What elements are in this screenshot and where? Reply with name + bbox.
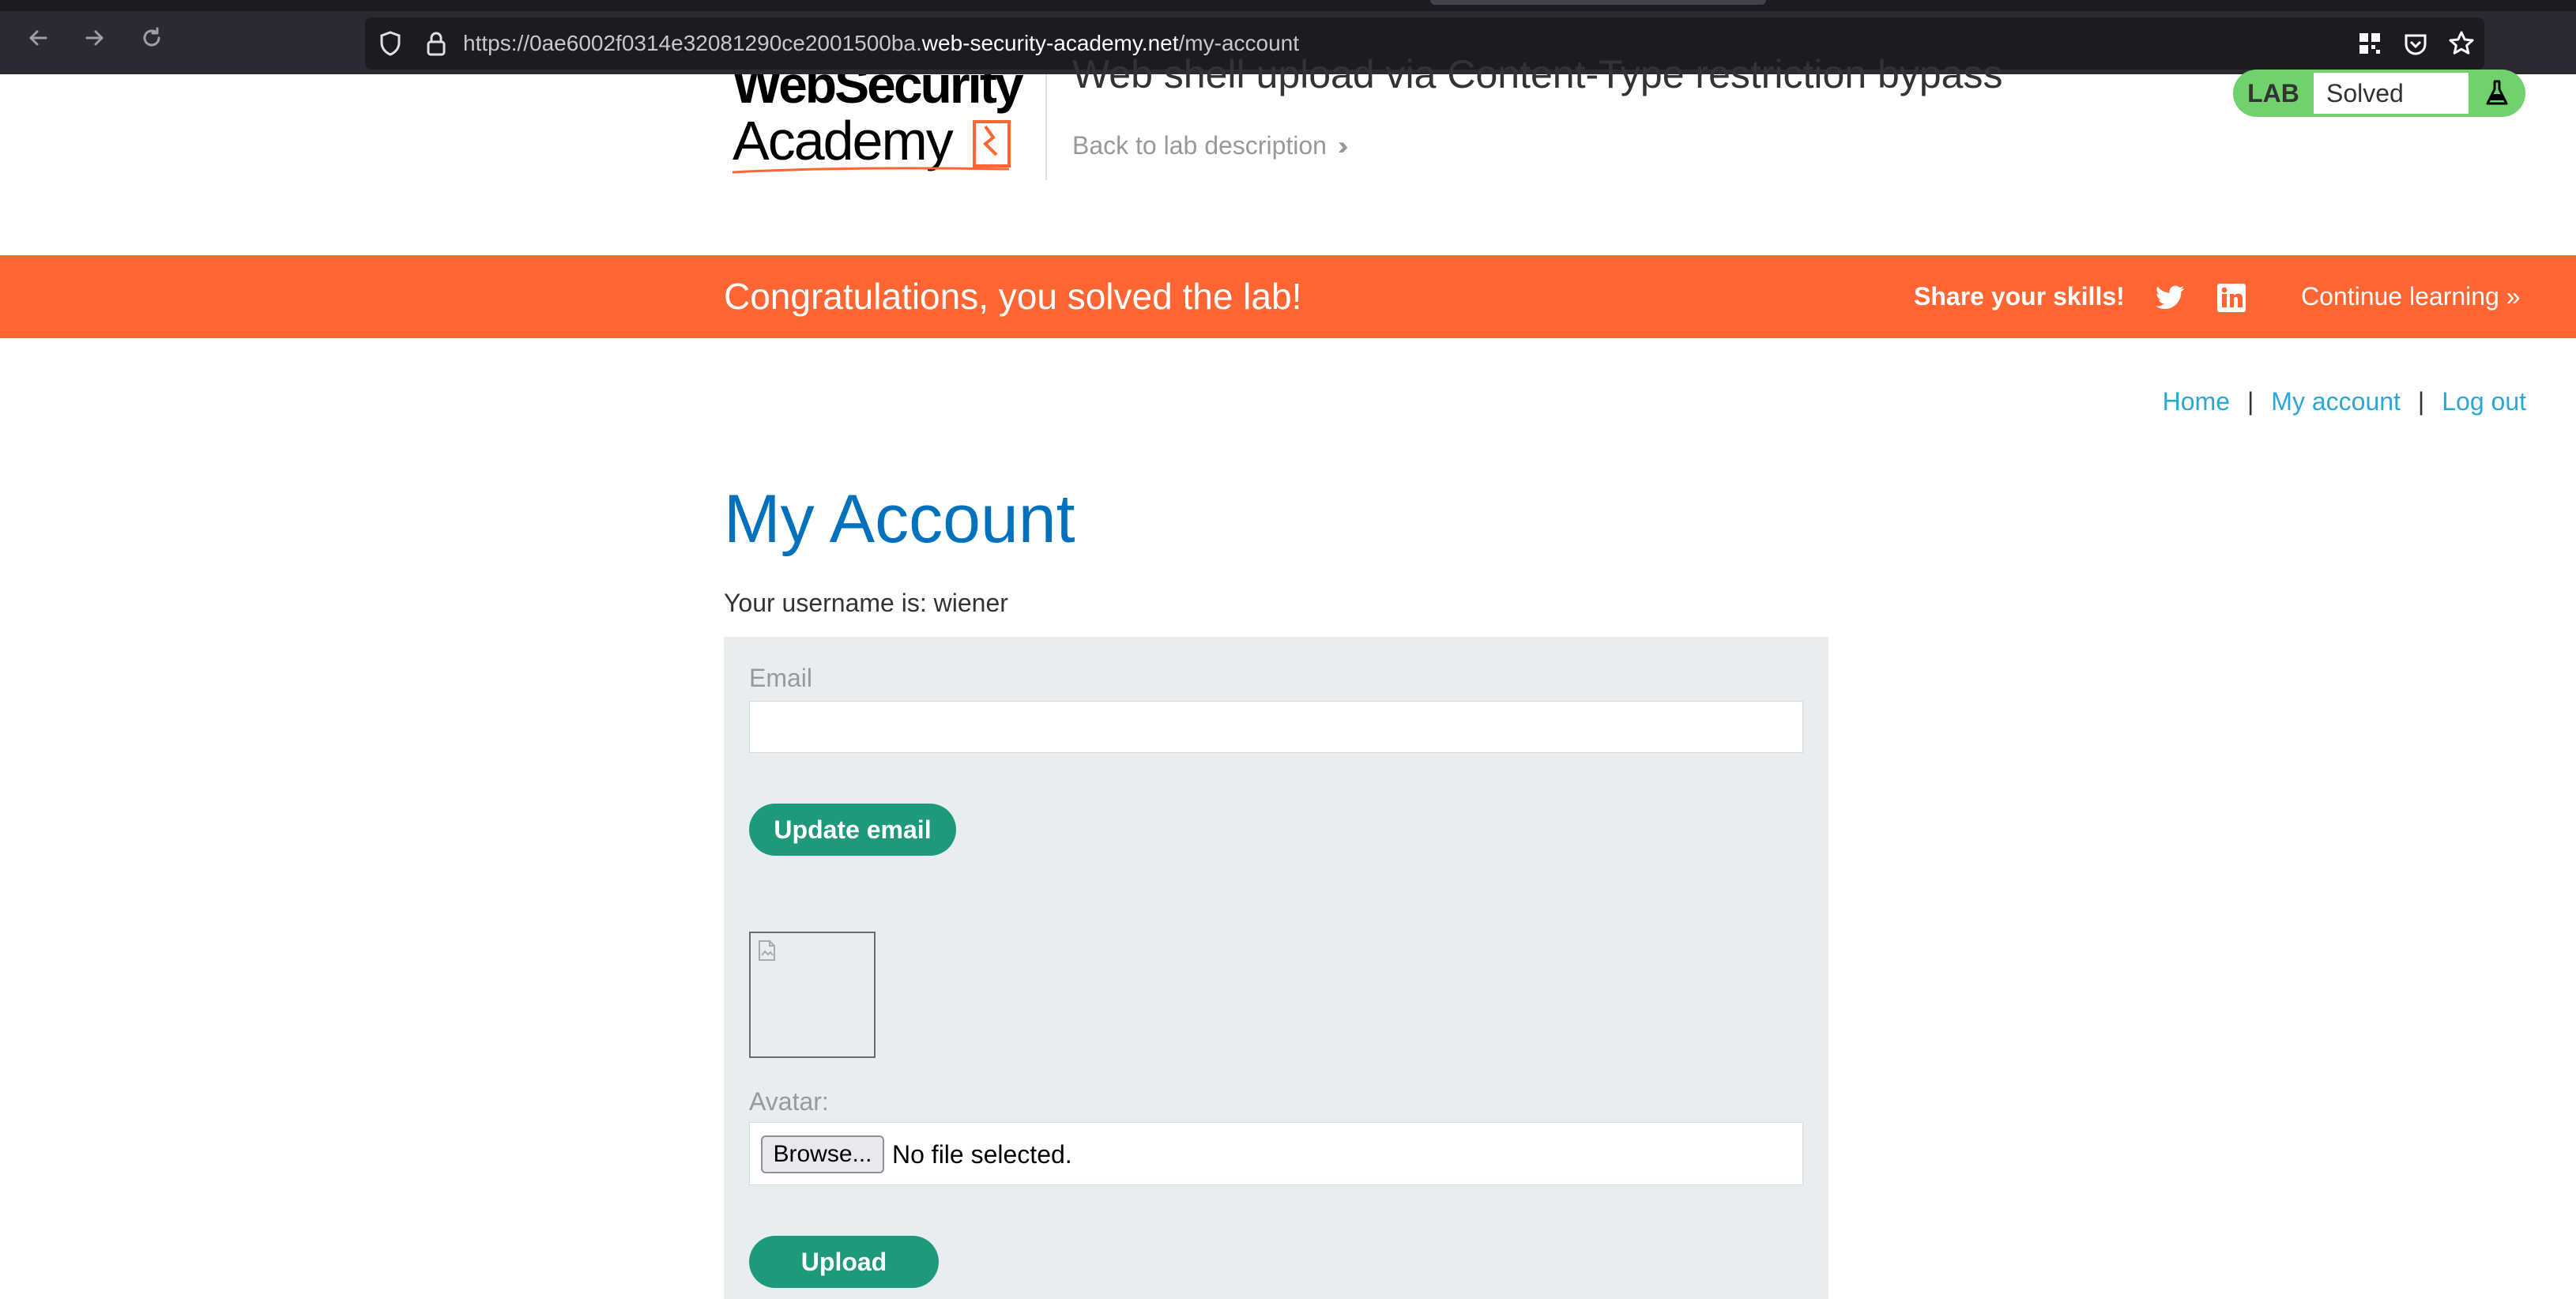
lab-badge-label: LAB <box>2247 79 2299 107</box>
twitter-icon[interactable] <box>2154 282 2186 314</box>
qr-code-icon[interactable] <box>2355 28 2385 58</box>
page-title: My Account <box>724 481 1075 557</box>
continue-learning-label: Continue learning <box>2301 282 2499 311</box>
back-to-lab-description-link[interactable]: Back to lab description ›› <box>1072 131 1349 160</box>
lab-title: Web shell upload via Content-Type restri… <box>1072 52 2003 96</box>
share-skills-label: Share your skills! <box>1914 282 2125 311</box>
lab-status-badge: LAB Solved <box>2233 70 2525 117</box>
nav-logout-link[interactable]: Log out <box>2442 387 2526 416</box>
no-file-selected-text: No file selected. <box>892 1140 1072 1169</box>
broken-image-icon <box>759 940 775 961</box>
account-form-panel: Email Update email Avatar: Browse... No … <box>724 637 1828 1299</box>
avatar-file-input[interactable]: Browse... No file selected. <box>749 1122 1803 1185</box>
nav-my-account-link[interactable]: My account <box>2271 387 2401 416</box>
nav-separator: | <box>2246 387 2254 416</box>
back-link-label: Back to lab description <box>1072 131 1327 160</box>
logo-line2: Academy <box>733 110 954 171</box>
lock-icon[interactable] <box>420 28 452 59</box>
back-arrow-icon[interactable] <box>22 22 54 54</box>
web-security-academy-logo[interactable]: WebSecurity Academy <box>728 74 1044 180</box>
active-tab-hint[interactable] <box>1430 0 1766 5</box>
double-chevron-right-icon: ›› <box>1337 131 1349 160</box>
lab-solved-banner: Congratulations, you solved the lab! Sha… <box>0 255 2576 338</box>
browse-button[interactable]: Browse... <box>761 1135 884 1173</box>
bookmark-star-icon[interactable] <box>2446 28 2476 58</box>
forward-arrow-icon[interactable] <box>79 22 111 54</box>
email-field[interactable] <box>749 701 1803 753</box>
account-nav: Home | My account | Log out <box>2163 387 2526 416</box>
linkedin-icon[interactable] <box>2216 282 2247 314</box>
avatar-label: Avatar: <box>749 1087 829 1116</box>
save-to-pocket-icon[interactable] <box>2401 28 2431 58</box>
lab-badge-status: Solved <box>2314 73 2469 114</box>
nav-home-link[interactable]: Home <box>2163 387 2230 416</box>
username-text: Your username is: wiener <box>724 589 1008 617</box>
upload-button[interactable]: Upload <box>749 1236 939 1288</box>
congratulations-message: Congratulations, you solved the lab! <box>724 276 1302 317</box>
flask-icon <box>2469 70 2525 117</box>
double-chevron-right-icon: » <box>2506 282 2521 311</box>
header-divider <box>1045 74 1047 180</box>
continue-learning-link[interactable]: Continue learning » <box>2301 255 2521 338</box>
email-label: Email <box>749 664 813 692</box>
update-email-button[interactable]: Update email <box>749 804 956 856</box>
shield-icon[interactable] <box>375 28 406 59</box>
logo-line1: WebSecurity <box>733 74 1024 114</box>
avatar-image <box>749 932 876 1058</box>
reload-icon[interactable] <box>136 22 168 54</box>
nav-separator: | <box>2417 387 2425 416</box>
tab-strip <box>0 0 2576 11</box>
